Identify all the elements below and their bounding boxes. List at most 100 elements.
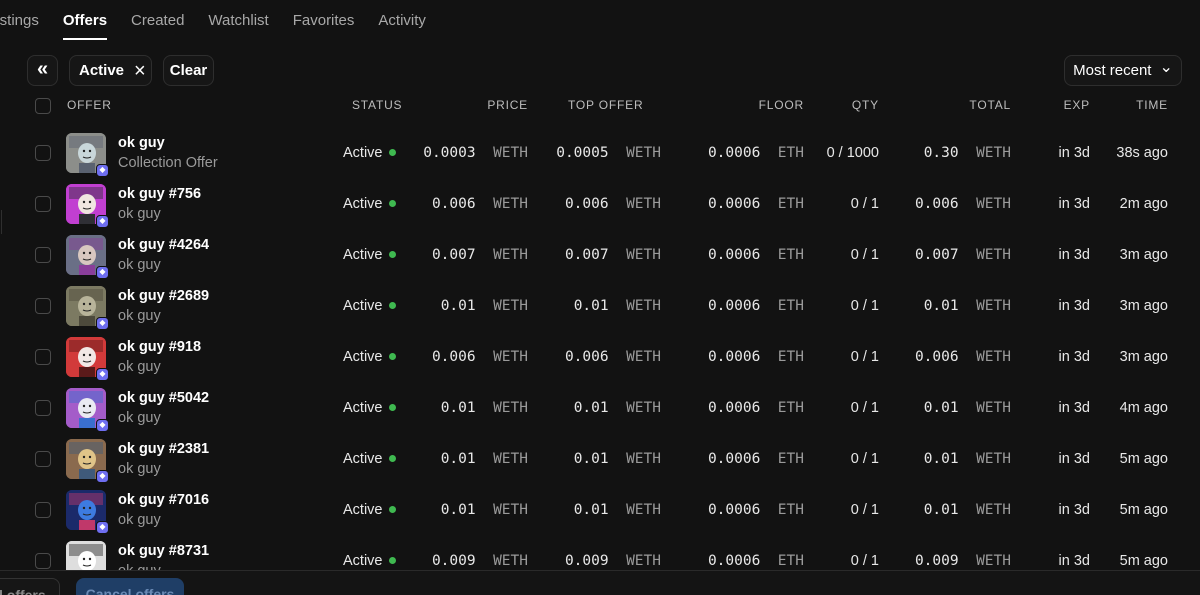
table-row[interactable]: ◆ ok guy #5042 ok guy Active 0.01 WETH 0…	[0, 382, 1200, 433]
status-cell: Active	[343, 451, 396, 467]
floor-cell: 0.0006 ETH	[708, 145, 804, 161]
row-checkbox[interactable]	[35, 400, 51, 416]
tab-activity[interactable]: Activity	[378, 0, 426, 40]
clear-filters-button[interactable]: Clear	[163, 55, 214, 86]
ethereum-chain-icon: ◆	[96, 164, 109, 177]
row-checkbox[interactable]	[35, 196, 51, 212]
offer-item-name[interactable]: ok guy #8731	[118, 543, 209, 559]
top-offer-unit: WETH	[626, 298, 661, 314]
column-header-price[interactable]: PRICE	[487, 98, 528, 112]
table-row[interactable]: ◆ ok guy #918 ok guy Active 0.006 WETH 0…	[0, 331, 1200, 382]
status-cell: Active	[343, 298, 396, 314]
tab-favorites[interactable]: Favorites	[293, 0, 355, 40]
offer-item-name[interactable]: ok guy #7016	[118, 492, 209, 508]
top-offer-cell: 0.006 WETH	[565, 196, 661, 212]
table-row[interactable]: ◆ ok guy #756 ok guy Active 0.006 WETH 0…	[0, 178, 1200, 229]
table-row[interactable]: ◆ ok guy #4264 ok guy Active 0.007 WETH …	[0, 229, 1200, 280]
filter-chip-label: Active	[79, 62, 125, 79]
collapse-filters-button[interactable]: «	[27, 55, 58, 86]
top-offer-value: 0.006	[564, 196, 609, 212]
table-row[interactable]: ◆ ok guy #2689 ok guy Active 0.01 WETH 0…	[0, 280, 1200, 331]
ethereum-chain-icon: ◆	[96, 470, 109, 483]
offer-item-collection: Collection Offer	[118, 155, 218, 171]
status-dot-icon	[388, 200, 396, 207]
row-checkbox[interactable]	[35, 451, 51, 467]
column-header-time[interactable]: TIME	[1136, 98, 1168, 112]
price-unit: WETH	[493, 196, 528, 212]
top-offer-cell: 0.01 WETH	[574, 298, 661, 314]
status-dot-icon	[388, 251, 396, 258]
row-checkbox[interactable]	[35, 502, 51, 518]
floor-value: 0.0006	[707, 400, 761, 416]
qty-cell: 0 / 1000	[826, 145, 879, 161]
double-chevron-left-icon: «	[36, 58, 49, 80]
top-offer-unit: WETH	[626, 400, 661, 416]
expiration-cell: in 3d	[1058, 196, 1090, 212]
sort-dropdown[interactable]: Most recent ⌄	[1064, 55, 1182, 86]
status-text: Active	[343, 400, 383, 416]
column-header-total[interactable]: TOTAL	[969, 98, 1011, 112]
status-dot-icon	[388, 353, 396, 360]
price-value: 0.01	[440, 298, 476, 314]
column-header-qty[interactable]: QTY	[852, 98, 879, 112]
offer-item-name[interactable]: ok guy #5042	[118, 390, 209, 406]
top-offer-unit: WETH	[626, 247, 661, 263]
row-checkbox[interactable]	[35, 349, 51, 365]
cancel-offers-button[interactable]: Cancel offers	[76, 578, 184, 595]
table-row[interactable]: ◆ ok guy #7016 ok guy Active 0.01 WETH 0…	[0, 484, 1200, 535]
top-offer-cell: 0.009 WETH	[565, 553, 661, 569]
tab-created[interactable]: Created	[131, 0, 184, 40]
close-icon[interactable]: ×	[134, 61, 146, 81]
tab-watchlist[interactable]: Watchlist	[208, 0, 268, 40]
column-header-top-offer[interactable]: TOP OFFER	[568, 98, 643, 112]
time-cell: 4m ago	[1119, 400, 1168, 416]
top-offer-unit: WETH	[626, 553, 661, 569]
top-offer-cell: 0.006 WETH	[565, 349, 661, 365]
price-unit: WETH	[493, 145, 528, 161]
row-checkbox[interactable]	[35, 145, 51, 161]
qty-cell: 0 / 1	[850, 502, 879, 518]
column-header-exp[interactable]: EXP	[1064, 98, 1090, 112]
offer-item-name[interactable]: ok guy #918	[118, 339, 201, 355]
price-cell: 0.01 WETH	[441, 298, 528, 314]
floor-unit: ETH	[777, 349, 804, 365]
price-cell: 0.01 WETH	[441, 451, 528, 467]
time-cell: 2m ago	[1119, 196, 1168, 212]
price-unit: WETH	[493, 349, 528, 365]
table-row[interactable]: ◆ ok guy Collection Offer Active 0.0003 …	[0, 127, 1200, 178]
row-checkbox[interactable]	[35, 553, 51, 569]
total-unit: WETH	[976, 553, 1011, 569]
price-value: 0.006	[431, 349, 476, 365]
total-cell: 0.01 WETH	[924, 298, 1011, 314]
offer-item-name[interactable]: ok guy #756	[118, 186, 201, 202]
offer-item-name[interactable]: ok guy #2689	[118, 288, 209, 304]
status-cell: Active	[343, 247, 396, 263]
total-cell: 0.006 WETH	[915, 196, 1011, 212]
offer-item-name[interactable]: ok guy #4264	[118, 237, 209, 253]
expiration-cell: in 3d	[1058, 553, 1090, 569]
time-cell: 38s ago	[1116, 145, 1168, 161]
status-cell: Active	[343, 553, 396, 569]
status-text: Active	[343, 349, 383, 365]
total-cell: 0.01 WETH	[924, 400, 1011, 416]
offer-item-name[interactable]: ok guy	[118, 135, 165, 151]
select-all-checkbox[interactable]	[35, 98, 51, 114]
bulk-offers-button[interactable]: d offers	[0, 578, 60, 595]
tab-listings[interactable]: Listings	[0, 0, 39, 40]
column-header-floor[interactable]: FLOOR	[759, 98, 804, 112]
status-dot-icon	[388, 455, 396, 462]
expiration-cell: in 3d	[1058, 451, 1090, 467]
table-row[interactable]: ◆ ok guy #2381 ok guy Active 0.01 WETH 0…	[0, 433, 1200, 484]
total-value: 0.01	[923, 451, 959, 467]
row-checkbox[interactable]	[35, 298, 51, 314]
row-checkbox[interactable]	[35, 247, 51, 263]
column-header-status[interactable]: STATUS	[352, 98, 402, 112]
qty-cell: 0 / 1	[850, 451, 879, 467]
status-cell: Active	[343, 145, 396, 161]
tab-offers[interactable]: Offers	[62, 0, 108, 40]
filter-chip-active[interactable]: Active ×	[69, 55, 152, 86]
total-value: 0.006	[914, 196, 959, 212]
offer-item-name[interactable]: ok guy #2381	[118, 441, 209, 457]
price-value: 0.0003	[423, 145, 476, 161]
total-unit: WETH	[976, 247, 1011, 263]
